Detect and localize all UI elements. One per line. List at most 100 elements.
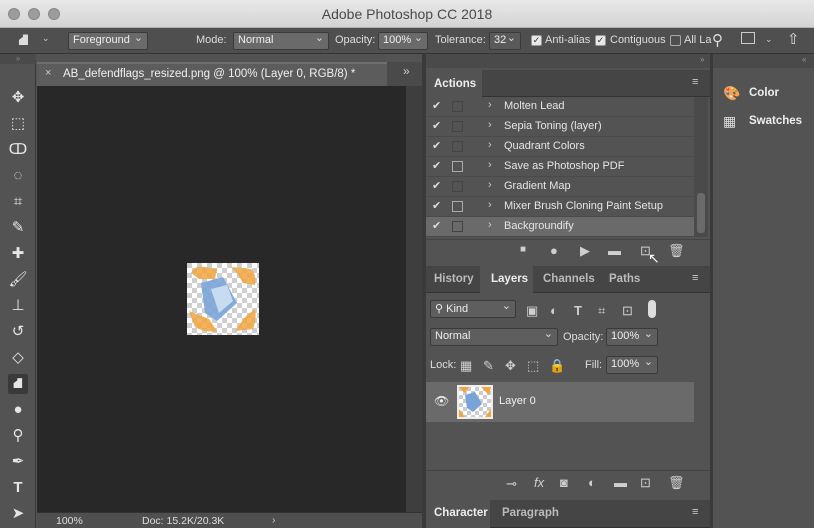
lock-position-icon[interactable]: ✥ xyxy=(505,358,516,374)
check-icon[interactable]: ✔ xyxy=(432,219,441,232)
play-icon[interactable]: ▶ xyxy=(580,243,590,259)
panel-menu-icon[interactable]: ≡ xyxy=(692,506,698,518)
fill-source-dropdown[interactable]: Foreground xyxy=(68,31,148,50)
record-icon[interactable]: ● xyxy=(550,243,558,258)
tab-paragraph[interactable]: Paragraph xyxy=(492,500,566,528)
scroll-thumb[interactable] xyxy=(697,193,705,233)
chevron-down-icon[interactable]: ⌄ xyxy=(765,34,773,45)
search-icon[interactable]: ⚲ xyxy=(712,31,723,49)
collapse-icon[interactable]: » xyxy=(700,55,704,64)
check-icon[interactable]: ✔ xyxy=(432,139,441,152)
panel-menu-icon[interactable]: ≡ xyxy=(692,272,698,284)
zoom-level[interactable]: 100% xyxy=(56,515,83,527)
color-panel-button[interactable]: 🎨 Color xyxy=(713,82,814,106)
action-item[interactable]: ✔ › Save as Photoshop PDF xyxy=(426,157,694,177)
pen-tool-icon[interactable]: ✒ xyxy=(8,452,28,472)
type-tool-icon[interactable]: T xyxy=(8,478,28,498)
action-item[interactable]: ✔ › Gradient Map xyxy=(426,177,694,197)
eyedropper-tool-icon[interactable]: ✎ xyxy=(8,218,28,238)
filter-adjustment-icon[interactable]: ◐ xyxy=(550,303,558,318)
layer-filter-dropdown[interactable]: ⚲ Kind xyxy=(430,299,516,318)
chevron-right-icon[interactable]: › xyxy=(272,514,276,526)
layer-row[interactable]: 👁 Layer 0 xyxy=(426,382,694,422)
eraser-tool-icon[interactable]: ◇ xyxy=(8,348,28,368)
new-layer-icon[interactable]: ⊡ xyxy=(640,475,651,491)
contiguous-checkbox[interactable]: ✓ xyxy=(595,35,606,46)
quick-select-tool-icon[interactable]: ◌ xyxy=(8,166,28,186)
share-icon[interactable]: ⇧ xyxy=(787,30,800,48)
layer-name[interactable]: Layer 0 xyxy=(499,395,536,407)
action-item[interactable]: ✔ › Backgroundify xyxy=(426,217,694,237)
chevron-right-icon[interactable]: › xyxy=(488,179,492,191)
lock-image-icon[interactable]: ✎ xyxy=(483,358,494,374)
filter-shape-icon[interactable]: ⌗ xyxy=(598,303,605,319)
fx-icon[interactable]: fx xyxy=(534,475,544,490)
tab-layers[interactable]: Layers xyxy=(480,266,533,293)
add-mask-icon[interactable]: ◙ xyxy=(560,475,568,490)
dialog-toggle-box[interactable] xyxy=(452,141,463,152)
swatches-panel-button[interactable]: ▦ Swatches xyxy=(713,110,814,134)
chevron-right-icon[interactable]: › xyxy=(488,159,492,171)
collapse-icon[interactable]: » xyxy=(0,54,36,64)
crop-tool-icon[interactable]: ⌗ xyxy=(8,192,28,212)
blend-mode-dropdown[interactable]: Normal xyxy=(430,327,558,346)
dialog-toggle-box[interactable] xyxy=(452,181,463,192)
dodge-tool-icon[interactable]: ⚲ xyxy=(8,426,28,446)
dialog-toggle-box[interactable] xyxy=(452,121,463,132)
chevron-down-icon[interactable]: ⌄ xyxy=(42,33,50,44)
tab-paths[interactable]: Paths xyxy=(601,266,649,293)
layer-fill-field[interactable]: 100% xyxy=(606,355,658,374)
lock-all-icon[interactable]: 🔒 xyxy=(549,358,565,374)
filter-pixel-icon[interactable]: ▣ xyxy=(526,303,538,319)
check-icon[interactable]: ✔ xyxy=(432,119,441,132)
filter-toggle[interactable] xyxy=(648,300,656,318)
check-icon[interactable]: ✔ xyxy=(432,179,441,192)
marquee-tool-icon[interactable]: ⬚ xyxy=(8,114,28,134)
adjustment-layer-icon[interactable]: ◐ xyxy=(588,475,596,490)
move-tool-icon[interactable]: ✥ xyxy=(8,88,28,108)
expand-icon[interactable]: « xyxy=(802,55,806,64)
canvas-image[interactable] xyxy=(187,263,259,335)
check-icon[interactable]: ✔ xyxy=(432,199,441,212)
opacity-field[interactable]: 100% xyxy=(378,31,428,50)
chevron-right-icon[interactable]: › xyxy=(488,119,492,131)
workspace-icon[interactable] xyxy=(741,32,755,44)
tab-channels[interactable]: Channels xyxy=(533,266,601,293)
dialog-toggle-box[interactable] xyxy=(452,161,463,172)
paint-bucket-icon[interactable]: ⛘ xyxy=(18,31,29,51)
all-layers-checkbox[interactable] xyxy=(670,35,681,46)
tab-actions[interactable]: Actions xyxy=(426,70,482,97)
tab-character[interactable]: Character xyxy=(426,500,490,528)
action-item[interactable]: ✔ › Sepia Toning (layer) xyxy=(426,117,694,137)
layer-opacity-field[interactable]: 100% xyxy=(606,327,658,346)
history-brush-tool-icon[interactable]: ↺ xyxy=(8,322,28,342)
dialog-toggle-box[interactable] xyxy=(452,221,463,232)
check-icon[interactable]: ✔ xyxy=(432,99,441,112)
lock-artboard-icon[interactable]: ⬚ xyxy=(527,358,539,374)
brush-tool-icon[interactable]: 🖌 xyxy=(8,270,28,290)
tab-history[interactable]: History xyxy=(426,266,480,293)
filter-type-icon[interactable]: T xyxy=(574,303,582,318)
trash-icon[interactable]: 🗑 xyxy=(668,243,685,259)
trash-icon[interactable]: 🗑 xyxy=(668,475,685,491)
filter-smartobject-icon[interactable]: ⊡ xyxy=(622,303,633,319)
dialog-toggle-box[interactable] xyxy=(452,201,463,212)
stop-icon[interactable]: ■ xyxy=(520,244,526,255)
link-layers-icon[interactable]: ⊸ xyxy=(506,476,517,492)
clone-stamp-tool-icon[interactable]: ⊥ xyxy=(8,296,28,316)
action-item[interactable]: ✔ › Mixer Brush Cloning Paint Setup xyxy=(426,197,694,217)
folder-icon[interactable]: ▬ xyxy=(608,243,621,258)
path-select-tool-icon[interactable]: ➤ xyxy=(8,504,28,524)
panel-menu-icon[interactable]: ≡ xyxy=(692,76,698,88)
dialog-toggle-box[interactable] xyxy=(452,101,463,112)
lasso-tool-icon[interactable]: ↀ xyxy=(8,140,28,160)
tab-overflow-icon[interactable]: » xyxy=(403,64,410,78)
actions-scrollbar[interactable] xyxy=(694,97,708,237)
action-item[interactable]: ✔ › Molten Lead xyxy=(426,97,694,117)
chevron-right-icon[interactable]: › xyxy=(488,219,492,231)
folder-icon[interactable]: ▬ xyxy=(614,475,627,490)
check-icon[interactable]: ✔ xyxy=(432,159,441,172)
healing-brush-tool-icon[interactable]: ✚ xyxy=(8,244,28,264)
chevron-right-icon[interactable]: › xyxy=(488,99,492,111)
antialias-checkbox[interactable]: ✓ xyxy=(531,35,542,46)
